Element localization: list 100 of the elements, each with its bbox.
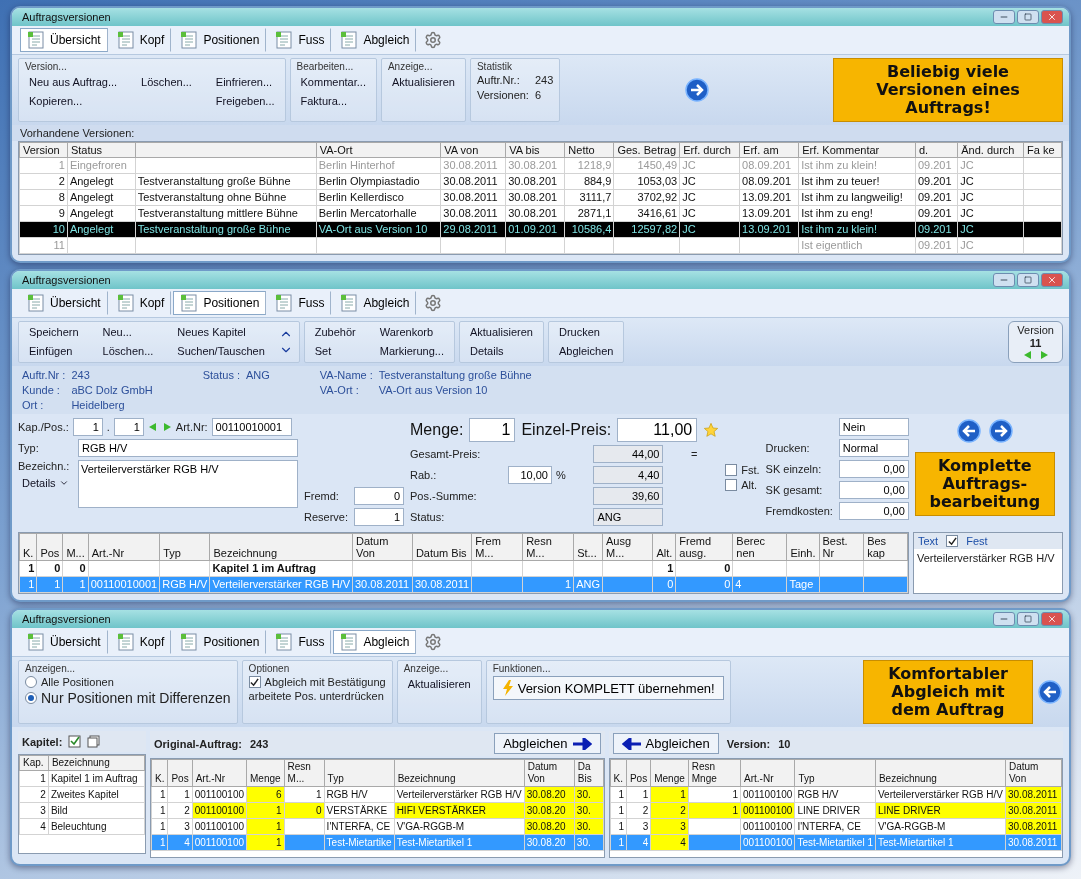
input-field[interactable]: 0,00 [838,460,909,478]
column-header[interactable]: Ges. Betrag [613,142,680,158]
ribbon-button[interactable]: Speichern [25,324,83,340]
ribbon-button[interactable]: Einfügen [25,343,83,359]
column-header[interactable]: Art.-Nr [740,759,795,787]
checklist-icon[interactable] [68,735,82,748]
column-header[interactable]: St... [573,533,603,561]
column-header[interactable]: Datum Bis [412,533,472,561]
input-field[interactable]: 00110010001 [211,418,292,436]
column-header[interactable]: Bezeichnung [209,533,353,561]
input-field[interactable]: ANG [593,508,664,526]
dropdown[interactable]: Nein [838,418,909,436]
compare-button[interactable]: Abgleichen [612,733,719,754]
column-header[interactable]: Status [67,142,136,158]
column-header[interactable]: Netto [564,142,614,158]
column-header[interactable]: Bes kap [863,533,908,561]
column-header[interactable]: Erf. am [739,142,799,158]
back-button[interactable] [1037,679,1063,705]
column-header[interactable]: Resn M... [522,533,574,561]
column-header[interactable]: Fa ke [1023,142,1062,158]
ribbon-button[interactable]: Aktualisieren [387,74,459,90]
next-button[interactable] [987,418,1014,444]
column-header[interactable]: VA bis [505,142,565,158]
apply-version-button[interactable]: Version KOMPLETT übernehmen! [492,676,724,700]
tab[interactable]: Fuss [268,291,332,315]
right-triangle-icon[interactable] [161,422,172,432]
ribbon-button[interactable]: Faktura... [296,93,370,109]
column-header[interactable]: Pos [167,759,193,787]
tab[interactable]: Übersicht [20,291,108,315]
column-header[interactable]: Da Bis [574,759,603,787]
minimize-button[interactable] [993,612,1015,626]
column-header[interactable]: Einh. [786,533,819,561]
tab[interactable]: Übersicht [20,630,108,654]
column-header[interactable]: Menge [246,759,285,787]
input-field[interactable]: 1 [354,508,405,526]
close-button[interactable] [1041,10,1063,24]
next-button[interactable] [683,77,710,103]
ribbon-button[interactable]: Neu... [98,324,158,340]
maximize-button[interactable] [1017,10,1039,24]
input-field[interactable]: 1 [469,418,516,442]
details-button[interactable]: Details [18,475,74,491]
ribbon-button[interactable]: Neues Kapitel [173,324,269,340]
column-header[interactable]: Bezeichnung [875,759,1006,787]
ribbon-button[interactable]: Warenkorb [375,324,448,340]
column-header[interactable]: VA-Ort [316,142,441,158]
ribbon-button[interactable]: Aktualisieren [465,324,537,340]
checkbox[interactable] [946,535,959,547]
ribbon-button[interactable]: Aktualisieren [403,676,475,692]
close-button[interactable] [1041,612,1063,626]
column-header[interactable]: M... [62,533,89,561]
input-field[interactable]: 11,00 [617,418,698,442]
left-triangle-icon[interactable] [1022,350,1033,360]
checkbox[interactable] [725,479,738,491]
minimize-button[interactable] [993,273,1015,287]
column-header[interactable]: Pos [626,759,651,787]
column-header[interactable]: Kap. [19,755,49,771]
input-field[interactable]: 0,00 [838,481,909,499]
input-field[interactable]: RGB H/V [78,439,298,457]
column-header[interactable]: Datum Von [1005,759,1062,787]
right-triangle-icon[interactable] [1038,350,1049,360]
column-header[interactable]: Art.-Nr [88,533,160,561]
checkbox[interactable] [725,464,738,476]
tab[interactable]: Positionen [173,28,267,52]
ribbon-button[interactable]: Abgleichen [554,343,618,359]
ribbon-button[interactable]: Einfrieren... [211,74,279,90]
column-header[interactable]: Version [19,142,68,158]
tab[interactable]: Abgleich [333,630,417,654]
column-header[interactable]: Typ [159,533,210,561]
ribbon-button[interactable]: Markierung... [375,343,448,359]
star-icon[interactable] [703,422,720,438]
column-header[interactable]: Typ [794,759,876,787]
back-button[interactable] [955,418,982,444]
input-field[interactable]: 1 [72,418,103,436]
minimize-button[interactable] [993,10,1015,24]
left-triangle-icon[interactable] [147,422,158,432]
column-header[interactable]: VA von [440,142,506,158]
radio-button[interactable] [25,692,37,704]
compare-button[interactable]: Abgleichen [494,733,601,754]
column-header[interactable]: Best. Nr [819,533,864,561]
radio-button[interactable] [25,676,37,688]
ribbon-button[interactable]: Neu aus Auftrag... [25,74,122,90]
ribbon-button[interactable]: Löschen... [137,74,196,90]
column-header[interactable]: K. [151,759,168,787]
column-header[interactable]: K. [19,533,37,561]
input-field[interactable]: 39,60 [593,487,664,505]
tab[interactable]: Abgleich [333,291,417,315]
dropdown[interactable]: Normal [838,439,909,457]
tab[interactable]: Kopf [109,28,172,52]
ribbon-button[interactable]: Zubehör [310,324,360,340]
ribbon-button[interactable]: Suchen/Tauschen [173,343,269,359]
column-header[interactable]: d. [915,142,958,158]
column-header[interactable]: Datum Von [352,533,413,561]
tab[interactable]: Kopf [109,291,172,315]
tab[interactable]: Fuss [268,28,332,52]
maximize-button[interactable] [1017,273,1039,287]
column-header[interactable]: Typ [324,759,395,787]
ribbon-button[interactable]: Kommentar... [296,74,370,90]
column-header[interactable]: Fremd ausg. [675,533,733,561]
version-stepper[interactable]: Version 11 [1008,321,1063,363]
ribbon-button[interactable]: Löschen... [98,343,158,359]
